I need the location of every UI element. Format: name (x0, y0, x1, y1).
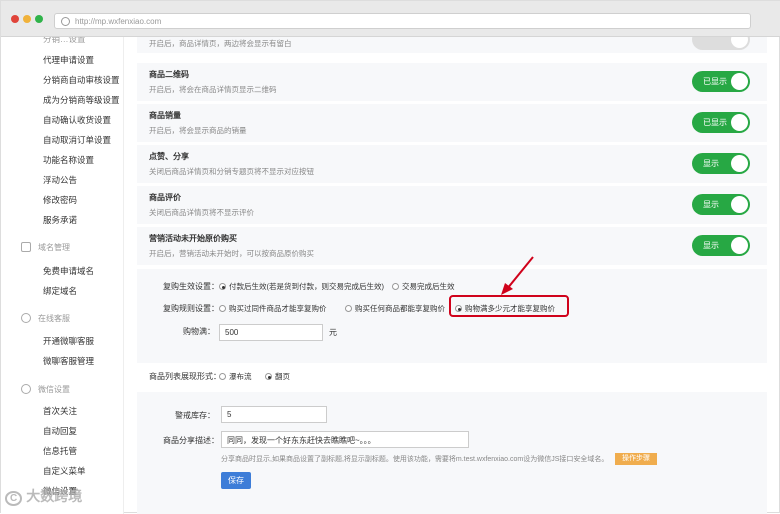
sidebar-item-password[interactable]: 修改密码 (43, 194, 77, 206)
rule-label: 复购规则设置： (163, 304, 219, 313)
globe-icon (61, 17, 70, 26)
setting-row-sales: 商品销量 开启后，将会显示商品的销量 已显示 (137, 104, 767, 142)
radio-rule-amount[interactable]: 购物满多少元才能享复购价 (455, 303, 555, 314)
radio-effective-payment[interactable]: 付款后生效(若是货到付款，则交易完成后生效) (219, 281, 384, 292)
sidebar-item-promise[interactable]: 服务承诺 (43, 214, 77, 226)
sidebar-head-domain: 域名管理 (21, 242, 70, 253)
amount-unit: 元 (329, 328, 337, 337)
setting-title: 营销活动未开始原价购买 (149, 234, 237, 243)
sidebar-item-notice[interactable]: 浮动公告 (43, 174, 77, 186)
sidebar-item-agent-apply[interactable]: 代理申请设置 (43, 54, 94, 66)
address-bar[interactable]: http://mp.wxfenxiao.com (54, 13, 751, 29)
stock-label: 警戒库存： (175, 411, 215, 420)
sidebar-item-auto-reply[interactable]: 自动回复 (43, 425, 77, 437)
setting-row-original-price: 营销活动未开始原价购买 开启后，营销活动未开始时，可以按商品原价购买 显示 (137, 227, 767, 265)
amount-input[interactable]: 500 (219, 324, 323, 341)
setting-desc: 开启后，营销活动未开始时，可以按商品原价购买 (149, 249, 314, 258)
setting-title: 点赞、分享 (149, 152, 189, 161)
list-display-label: 商品列表展现形式： (149, 372, 221, 381)
browser-window: http://mp.wxfenxiao.com 分销…设置 代理申请设置 分销商… (0, 0, 780, 514)
sidebar-item-custom-menu[interactable]: 自定义菜单 (43, 465, 86, 477)
list-display-row: 商品列表展现形式： 瀑布流 翻页 (137, 363, 767, 387)
watermark-logo: C 大数跨境 (5, 486, 82, 506)
radio-waterfall[interactable]: 瀑布流 (219, 371, 252, 382)
steps-button[interactable]: 操作步骤 (615, 453, 657, 465)
sidebar: 分销…设置 代理申请设置 分销商自动审核设置 成为分销商等级设置 自动确认收货设… (1, 37, 124, 514)
setting-desc: 开启后，商品详情页，两边将会显示有留白 (149, 39, 292, 48)
sidebar-item-partial[interactable]: 分销…设置 (43, 37, 86, 45)
sidebar-item-level[interactable]: 成为分销商等级设置 (43, 94, 120, 106)
toggle-switch[interactable]: 已显示 (692, 71, 750, 92)
setting-row-qrcode: 商品二维码 开启后，将会在商品详情页显示二维码 已显示 (137, 63, 767, 101)
sidebar-item-hosting[interactable]: 信息托管 (43, 445, 77, 457)
effective-label: 复购生效设置： (163, 282, 219, 291)
sidebar-item-chat-manage[interactable]: 微聊客服管理 (43, 355, 94, 367)
share-note: 分享商品时显示,如果商品设置了副标题,将显示副标题。使用该功能，需要将m.tes… (221, 456, 609, 463)
setting-desc: 开启后，将会在商品详情页显示二维码 (149, 85, 277, 94)
arrow-icon (501, 256, 534, 295)
setting-title: 商品销量 (149, 111, 181, 120)
main-content: 开启后，商品详情页，两边将会显示有留白 商品二维码 开启后，将会在商品详情页显示… (137, 37, 767, 514)
sidebar-item-function-name[interactable]: 功能名称设置 (43, 154, 94, 166)
stock-input[interactable]: 5 (221, 406, 327, 423)
setting-row-partial: 开启后，商品详情页，两边将会显示有留白 (137, 37, 767, 53)
sidebar-item-auto-audit[interactable]: 分销商自动审核设置 (43, 74, 120, 86)
setting-desc: 开启后，将会显示商品的销量 (149, 126, 247, 135)
setting-row-review: 商品评价 关闭后商品详情页将不显示评价 显示 (137, 186, 767, 224)
product-settings-panel: 警戒库存： 5 商品分享描述： 同同，发现一个好东东赶快去瞧瞧吧~。。。 分享商… (137, 392, 767, 514)
share-label: 商品分享描述： (163, 436, 219, 445)
browser-toolbar: http://mp.wxfenxiao.com (1, 1, 780, 37)
radio-rule-any-item[interactable]: 购买任何商品都能享复购价 (345, 303, 445, 314)
sidebar-item-first-follow[interactable]: 首次关注 (43, 405, 77, 417)
setting-desc: 关闭后商品详情页和分销专题页将不显示对应按钮 (149, 167, 314, 176)
share-input[interactable]: 同同，发现一个好东东赶快去瞧瞧吧~。。。 (221, 431, 469, 448)
domain-icon (21, 242, 31, 252)
setting-title: 商品评价 (149, 193, 181, 202)
radio-paging[interactable]: 翻页 (265, 371, 290, 382)
wechat-icon (21, 384, 31, 394)
address-url: http://mp.wxfenxiao.com (75, 17, 162, 26)
radio-effective-complete[interactable]: 交易完成后生效 (392, 281, 455, 292)
amount-label: 购物满： (183, 327, 215, 336)
sidebar-head-wechat: 微信设置 (21, 384, 70, 395)
setting-title: 商品二维码 (149, 70, 189, 79)
sidebar-item-free-domain[interactable]: 免费申请域名 (43, 265, 94, 277)
close-dot[interactable] (11, 15, 19, 23)
sidebar-item-open-chat[interactable]: 开通微聊客服 (43, 335, 94, 347)
sidebar-item-auto-cancel[interactable]: 自动取消订单设置 (43, 134, 111, 146)
save-button[interactable]: 保存 (221, 472, 251, 489)
sidebar-item-auto-confirm[interactable]: 自动确认收货设置 (43, 114, 111, 126)
setting-row-like-share: 点赞、分享 关闭后商品详情页和分销专题页将不显示对应按钮 显示 (137, 145, 767, 183)
toggle-switch[interactable] (692, 37, 750, 50)
sidebar-head-service: 在线客服 (21, 313, 70, 324)
toggle-switch[interactable]: 显示 (692, 235, 750, 256)
minimize-dot[interactable] (23, 15, 31, 23)
chat-icon (21, 313, 31, 323)
sidebar-item-bind-domain[interactable]: 绑定域名 (43, 285, 77, 297)
toggle-switch[interactable]: 显示 (692, 153, 750, 174)
toggle-switch[interactable]: 显示 (692, 194, 750, 215)
setting-desc: 关闭后商品详情页将不显示评价 (149, 208, 254, 217)
maximize-dot[interactable] (35, 15, 43, 23)
radio-rule-same-item[interactable]: 购买过同件商品才能享复购价 (219, 303, 327, 314)
toggle-switch[interactable]: 已显示 (692, 112, 750, 133)
